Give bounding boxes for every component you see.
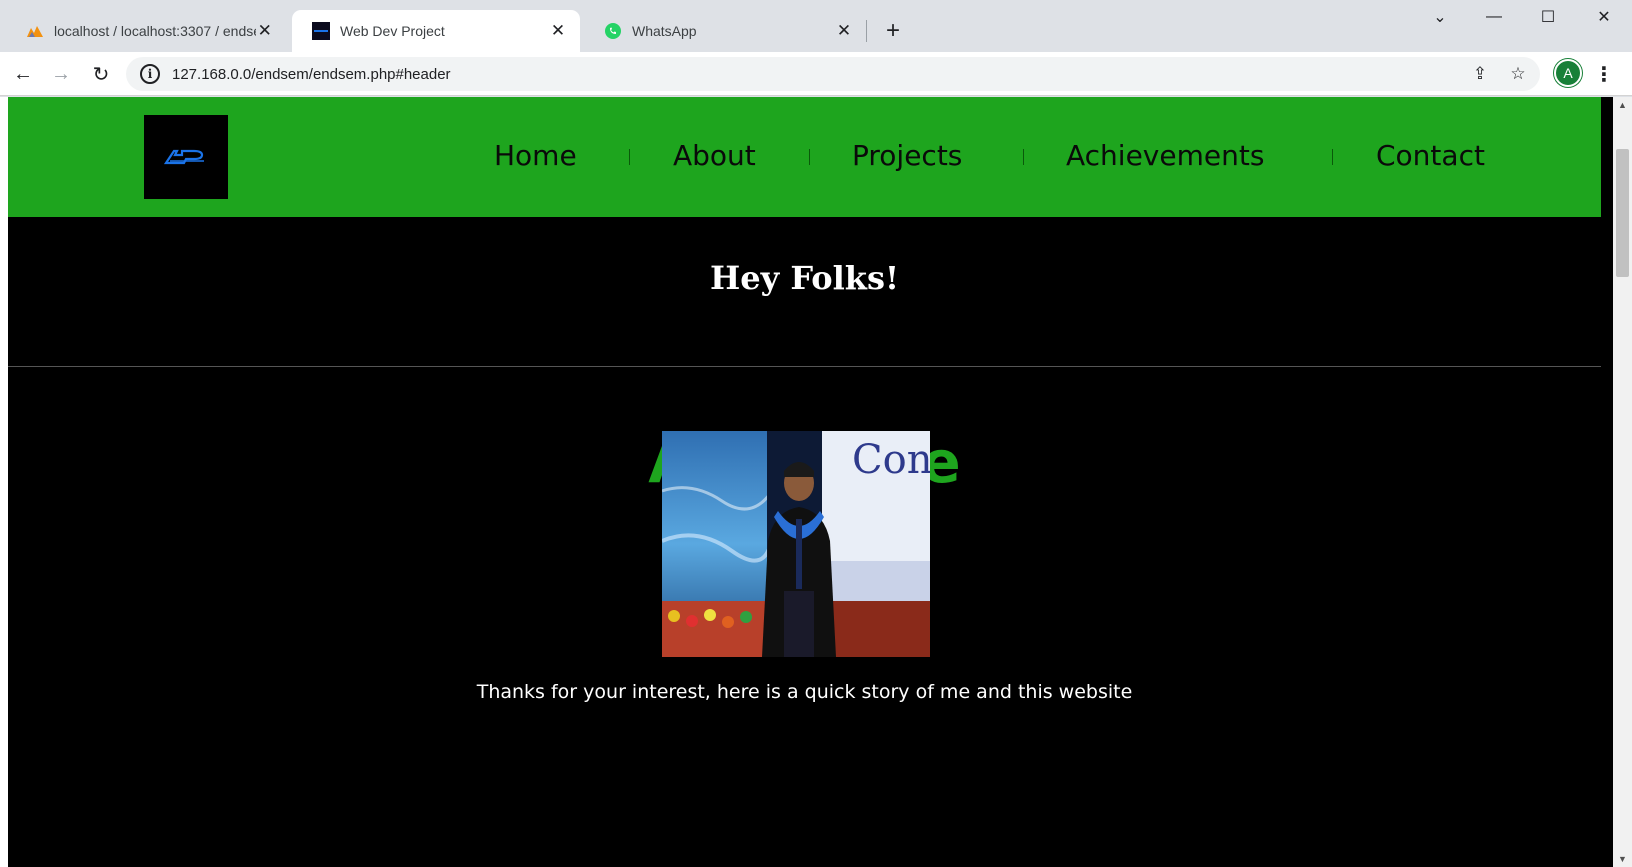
whatsapp-icon [604, 22, 622, 40]
scroll-down-icon[interactable]: ▼ [1613, 851, 1632, 867]
scroll-thumb[interactable] [1616, 149, 1629, 277]
nav-divider [629, 149, 630, 165]
tab-whatsapp[interactable]: WhatsApp ✕ [584, 10, 866, 52]
nav-divider [1332, 149, 1333, 165]
close-icon[interactable]: ✕ [256, 21, 274, 41]
site-logo[interactable] [144, 115, 228, 199]
hero-section: Hey Folks! [8, 217, 1601, 367]
nav-contact[interactable]: Contact [1376, 139, 1485, 172]
tab-title: WhatsApp [632, 23, 697, 39]
page-scrollbar[interactable]: ▲ ▼ [1613, 97, 1632, 867]
site-header: Home About Projects Achievements Contact [8, 97, 1601, 217]
forward-button[interactable]: → [46, 60, 76, 88]
tab-strip: localhost / localhost:3307 / endsem ✕ We… [0, 0, 1632, 52]
nav-divider [1023, 149, 1024, 165]
about-intro-text: Thanks for your interest, here is a quic… [476, 681, 1133, 703]
close-window-button[interactable]: ✕ [1584, 4, 1624, 30]
address-bar[interactable]: i 127.168.0.0/endsem/endsem.php#header ⇪… [126, 57, 1540, 91]
site-favicon [312, 22, 330, 40]
tab-search-icon[interactable]: ⌄ [1420, 4, 1460, 30]
close-icon[interactable]: ✕ [834, 21, 854, 41]
tab-web-dev-project[interactable]: Web Dev Project ✕ [292, 10, 580, 52]
logo-mark-icon [164, 149, 204, 165]
tab-phpmyadmin[interactable]: localhost / localhost:3307 / endsem ✕ [6, 10, 286, 52]
page-viewport: Home About Projects Achievements Contact… [0, 97, 1632, 867]
tab-title: localhost / localhost:3307 / endsem [54, 23, 256, 39]
hero-title: Hey Folks! [709, 259, 900, 297]
phpmyadmin-icon [26, 22, 44, 40]
profile-photo: Con [662, 431, 930, 657]
tab-title: Web Dev Project [340, 23, 445, 39]
tab-separator [866, 20, 867, 42]
browser-menu-icon[interactable]: ⋮ [1592, 60, 1616, 88]
photo-sign-text: Con [852, 437, 930, 483]
profile-avatar[interactable]: A [1554, 59, 1582, 87]
nav-projects[interactable]: Projects [852, 139, 962, 172]
nav-home[interactable]: Home [494, 139, 577, 172]
scroll-up-icon[interactable]: ▲ [1613, 97, 1632, 113]
browser-toolbar: ← → ↻ i 127.168.0.0/endsem/endsem.php#he… [0, 52, 1632, 96]
share-icon[interactable]: ⇪ [1466, 57, 1494, 91]
nav-divider [809, 149, 810, 165]
new-tab-button[interactable]: + [880, 17, 906, 44]
back-button[interactable]: ← [8, 60, 38, 88]
bookmark-star-icon[interactable]: ☆ [1504, 57, 1532, 91]
page-gutter [0, 97, 8, 867]
maximize-button[interactable]: ☐ [1528, 4, 1568, 30]
url-text[interactable]: 127.168.0.0/endsem/endsem.php#header [172, 66, 451, 83]
nav-about[interactable]: About [673, 139, 756, 172]
reload-button[interactable]: ↻ [86, 60, 116, 88]
minimize-button[interactable]: — [1474, 4, 1514, 30]
close-icon[interactable]: ✕ [548, 21, 568, 41]
site-info-icon[interactable]: i [140, 64, 160, 84]
nav-achievements[interactable]: Achievements [1066, 139, 1264, 172]
